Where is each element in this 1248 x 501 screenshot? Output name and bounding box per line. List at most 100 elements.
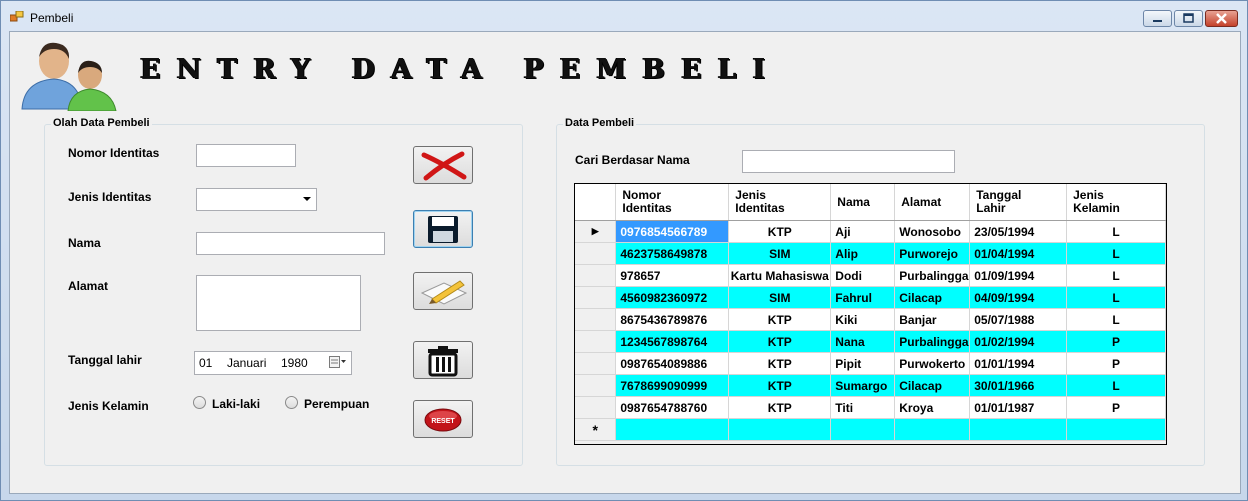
data-grid[interactable]: Nomor Identitas Jenis Identitas Nama Alamat… — [574, 183, 1167, 445]
row-header[interactable] — [575, 286, 617, 309]
jenis-identitas-dropdown[interactable] — [196, 188, 317, 211]
table-cell[interactable]: Dodi — [830, 264, 896, 287]
table-row[interactable]: 978657 Kartu Mahasiswa Dodi Purbalingga 01/0… — [575, 264, 1166, 287]
table-cell[interactable]: Kroya — [894, 396, 971, 419]
table-cell[interactable]: 01/01/1994 — [969, 352, 1068, 375]
radio-laki-laki[interactable]: Laki-laki — [193, 396, 260, 411]
table-cell[interactable]: Purbalingga — [894, 264, 971, 287]
table-cell[interactable]: Purbalingga — [894, 330, 971, 353]
table-cell[interactable]: 1234567898764 — [615, 330, 730, 353]
cancel-button[interactable] — [413, 146, 473, 184]
row-header[interactable] — [575, 396, 617, 419]
row-header[interactable] — [575, 242, 617, 265]
row-header[interactable] — [575, 264, 617, 287]
delete-button[interactable] — [413, 341, 473, 379]
table-cell[interactable]: KTP — [728, 374, 832, 397]
table-cell[interactable]: 01/01/1987 — [969, 396, 1068, 419]
table-cell[interactable]: KTP — [728, 220, 832, 243]
row-header[interactable]: ▶ — [575, 220, 617, 243]
table-cell[interactable]: L — [1066, 286, 1166, 309]
save-button[interactable] — [413, 210, 473, 248]
table-cell[interactable]: Kartu Mahasiswa — [728, 264, 832, 287]
table-cell[interactable]: 8675436789876 — [615, 308, 730, 331]
new-row-cell[interactable] — [615, 418, 730, 441]
table-cell[interactable]: Aji — [830, 220, 896, 243]
table-cell[interactable]: 04/09/1994 — [969, 286, 1068, 309]
new-row-header[interactable]: * — [575, 418, 617, 441]
table-cell[interactable]: KTP — [728, 308, 832, 331]
column-header[interactable]: Nama — [830, 184, 896, 221]
table-cell[interactable]: KTP — [728, 396, 832, 419]
table-cell[interactable]: SIM — [728, 242, 832, 265]
column-header[interactable]: Jenis Identitas — [728, 184, 832, 221]
maximize-button[interactable] — [1174, 10, 1203, 27]
table-cell[interactable]: Cilacap — [894, 286, 971, 309]
table-cell[interactable]: Purwokerto — [894, 352, 971, 375]
nomor-identitas-input[interactable] — [196, 144, 296, 167]
table-cell[interactable]: L — [1066, 264, 1166, 287]
table-cell[interactable]: 01/02/1994 — [969, 330, 1068, 353]
table-cell[interactable]: KTP — [728, 352, 832, 375]
table-cell[interactable]: 0987654788760 — [615, 396, 730, 419]
column-header[interactable]: Jenis Kelamin — [1066, 184, 1166, 221]
table-cell[interactable]: 05/07/1988 — [969, 308, 1068, 331]
new-row-cell[interactable] — [830, 418, 896, 441]
table-cell[interactable]: SIM — [728, 286, 832, 309]
table-cell[interactable]: L — [1066, 308, 1166, 331]
table-cell[interactable]: Sumargo — [830, 374, 896, 397]
table-cell[interactable]: Alip — [830, 242, 896, 265]
close-button[interactable] — [1205, 10, 1238, 27]
column-header[interactable]: Nomor Identitas — [615, 184, 730, 221]
new-row-cell[interactable] — [1066, 418, 1166, 441]
table-cell[interactable]: Purworejo — [894, 242, 971, 265]
radio-circle[interactable] — [193, 396, 206, 409]
alamat-textarea[interactable] — [196, 275, 361, 331]
table-cell[interactable]: 0987654089886 — [615, 352, 730, 375]
table-cell[interactable]: 01/09/1994 — [969, 264, 1068, 287]
radio-perempuan[interactable]: Perempuan — [285, 396, 369, 411]
table-row[interactable]: 7678699090999 KTP Sumargo Cilacap 30/01/1966… — [575, 374, 1166, 397]
column-header[interactable]: Tanggal Lahir — [969, 184, 1068, 221]
table-cell[interactable]: P — [1066, 352, 1166, 375]
table-cell[interactable]: 23/05/1994 — [969, 220, 1068, 243]
reset-button[interactable]: RESET — [413, 400, 473, 438]
tanggal-lahir-datepicker[interactable]: 01 Januari 1980 — [194, 351, 352, 375]
new-row-cell[interactable] — [894, 418, 971, 441]
table-row[interactable]: 0987654089886 KTP Pipit Purwokerto 01/01/199… — [575, 352, 1166, 375]
row-header[interactable] — [575, 352, 617, 375]
table-cell[interactable]: Pipit — [830, 352, 896, 375]
table-cell[interactable]: Banjar — [894, 308, 971, 331]
new-row-cell[interactable] — [728, 418, 832, 441]
title-bar[interactable]: Pembeli — [1, 1, 1247, 31]
nama-input[interactable] — [196, 232, 385, 255]
table-row[interactable]: 4560982360972 SIM Fahrul Cilacap 04/09/1994 L — [575, 286, 1166, 309]
new-row-cell[interactable] — [969, 418, 1068, 441]
table-cell[interactable]: Nana — [830, 330, 896, 353]
table-cell[interactable]: Kiki — [830, 308, 896, 331]
table-cell[interactable]: P — [1066, 396, 1166, 419]
table-cell[interactable]: Wonosobo — [894, 220, 971, 243]
row-header[interactable] — [575, 330, 617, 353]
row-header[interactable] — [575, 374, 617, 397]
table-cell[interactable]: Fahrul — [830, 286, 896, 309]
table-cell[interactable]: 01/04/1994 — [969, 242, 1068, 265]
edit-button[interactable] — [413, 272, 473, 310]
table-cell[interactable]: Titi — [830, 396, 896, 419]
table-cell[interactable]: 30/01/1966 — [969, 374, 1068, 397]
calendar-dropdown-icon[interactable] — [329, 356, 347, 368]
table-cell[interactable]: 4623758649878 — [615, 242, 730, 265]
table-cell[interactable]: KTP — [728, 330, 832, 353]
table-cell[interactable]: L — [1066, 242, 1166, 265]
column-header[interactable]: Alamat — [894, 184, 971, 221]
table-cell[interactable]: 978657 — [615, 264, 730, 287]
table-row[interactable]: 0987654788760 KTP Titi Kroya 01/01/1987 P — [575, 396, 1166, 419]
table-row[interactable]: 4623758649878 SIM Alip Purworejo 01/04/1994 L — [575, 242, 1166, 265]
table-cell[interactable]: P — [1066, 330, 1166, 353]
search-input[interactable] — [742, 150, 955, 173]
table-row[interactable]: 1234567898764 KTP Nana Purbalingga 01/02/199… — [575, 330, 1166, 353]
table-row[interactable]: ▶ 0976854566789 KTP Aji Wonosobo 23/05/1994 L — [575, 220, 1166, 243]
table-cell[interactable]: L — [1066, 374, 1166, 397]
table-cell[interactable]: L — [1066, 220, 1166, 243]
row-header[interactable] — [575, 308, 617, 331]
minimize-button[interactable] — [1143, 10, 1172, 27]
